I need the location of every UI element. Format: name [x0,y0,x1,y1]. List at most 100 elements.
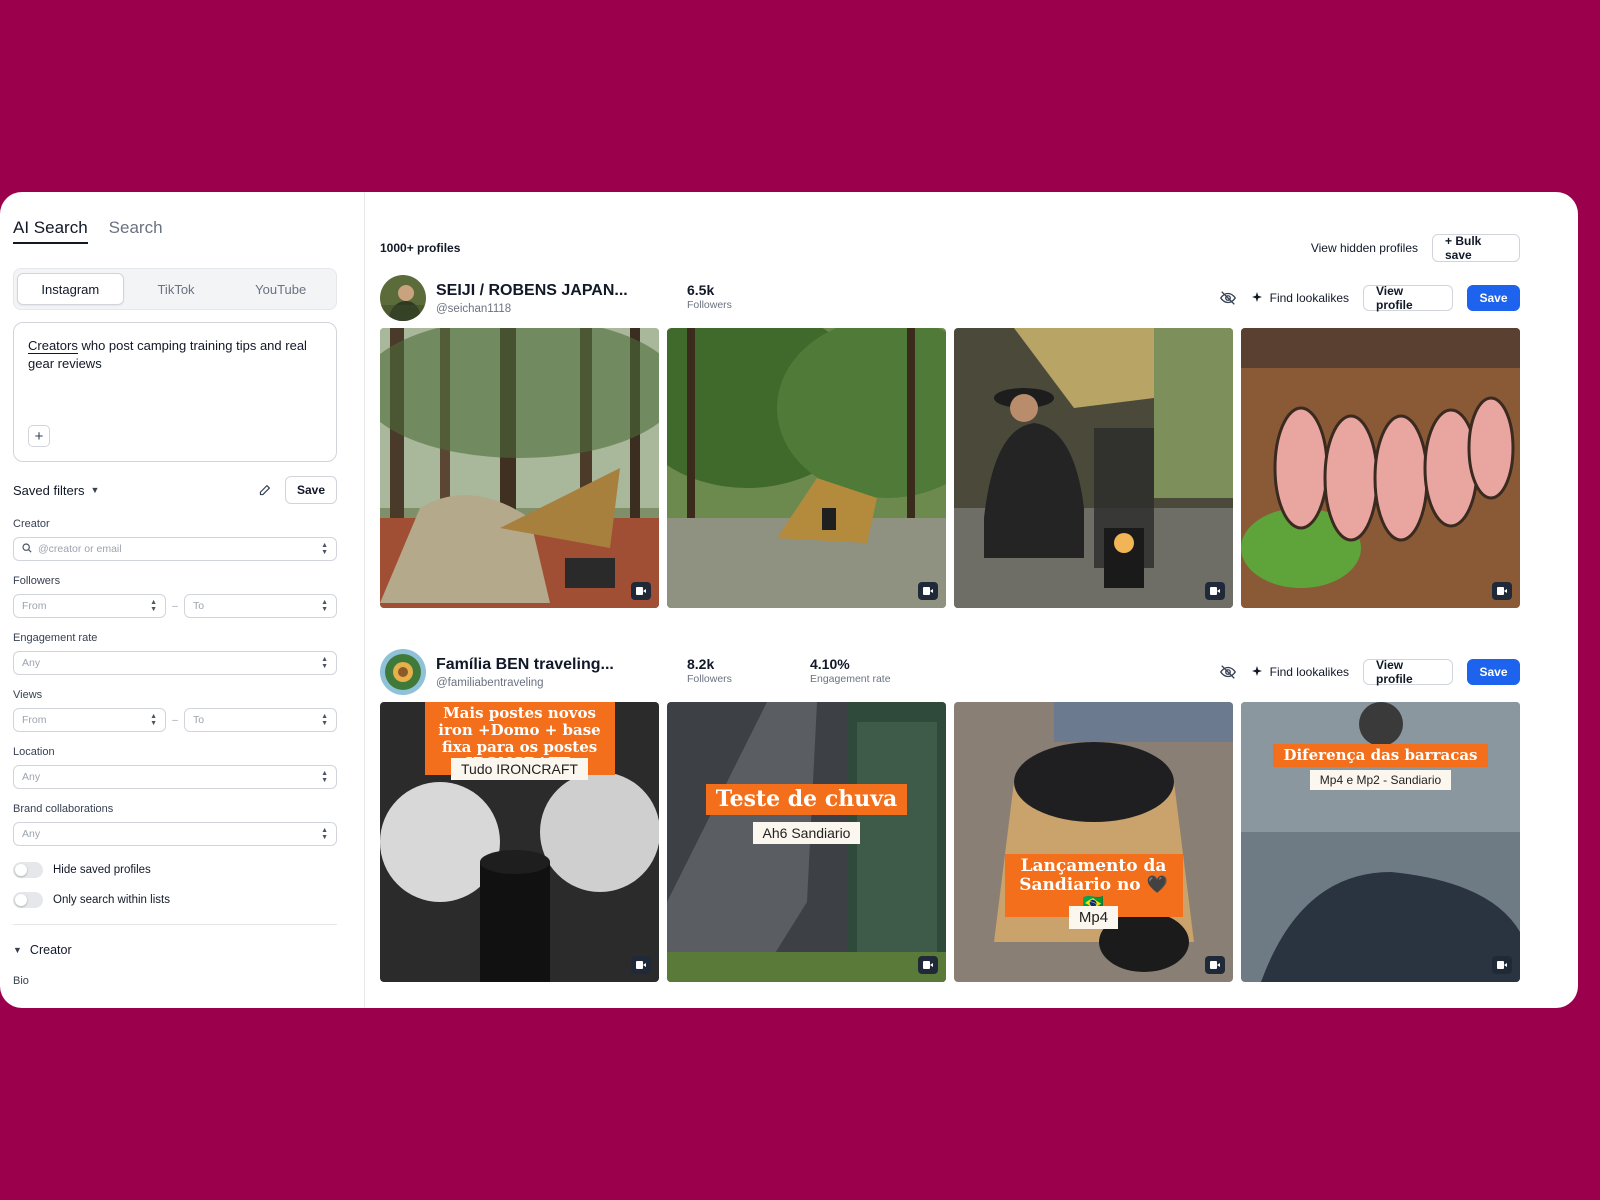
select-arrows-icon: ▲ ▼ [150,599,157,613]
filter-sidebar: AI Search Search Instagram TikTok YouTub… [0,192,365,1008]
views-to-select[interactable]: To ▲ ▼ [184,708,337,732]
prompt-add-button[interactable]: + [28,425,50,447]
hide-saved-toggle[interactable] [13,862,43,878]
select-arrows-icon: ▲ ▼ [321,827,328,841]
sidebar-divider [13,924,337,925]
video-icon [1492,956,1512,974]
views-range: From ▲ ▼ – To ▲ ▼ [13,708,337,732]
tab-search[interactable]: Search [109,218,163,244]
video-icon [918,956,938,974]
post-thumbnail[interactable] [380,328,659,608]
hide-profile-icon[interactable] [1218,288,1238,308]
location-filter-label: Location [13,746,55,758]
post-caption-overlay: Teste de chuva [667,784,946,815]
saved-filters-label: Saved filters [13,482,85,498]
video-icon [631,956,651,974]
select-arrows-icon: ▲ ▼ [321,542,328,556]
ai-prompt-input[interactable]: Creators who post camping training tips … [13,322,337,462]
profile-handle: @familiabentraveling [436,676,544,689]
platform-tab-instagram[interactable]: Instagram [17,273,124,305]
select-arrows-icon: ▲ ▼ [321,656,328,670]
ai-prompt-text: Creators who post camping training tips … [28,337,322,373]
post-thumbnail[interactable] [954,328,1233,608]
select-arrows-icon: ▲ ▼ [150,713,157,727]
location-select[interactable]: Any ▲ ▼ [13,765,337,789]
platform-tab-tiktok[interactable]: TikTok [124,273,229,305]
view-profile-button[interactable]: View profile [1363,658,1453,686]
platform-tab-youtube[interactable]: YouTube [228,273,333,305]
bulk-save-button[interactable]: + Bulk save [1432,234,1520,262]
brand-value: Any [22,828,41,840]
post-thumbnail[interactable] [1241,328,1520,608]
post-thumbnail[interactable]: Mais postes novos iron +Domo + base fixa… [380,702,659,982]
post-caption-overlay: Diferença das barracas [1241,744,1520,767]
profile-name[interactable]: Família BEN traveling... [436,656,676,674]
post-thumbnail[interactable]: Teste de chuva Ah6 Sandiario [667,702,946,982]
post-thumbnail[interactable]: Diferença das barracas Mp4 e Mp2 - Sandi… [1241,702,1520,982]
creator-section-label: Creator [29,943,72,957]
post-caption-orange: Diferença das barracas [1273,744,1488,767]
view-hidden-profiles-link[interactable]: View hidden profiles [1311,241,1418,255]
creator-search-input[interactable]: @creator or email ▲ ▼ [13,537,337,561]
followers-from-select[interactable]: From ▲ ▼ [13,594,166,618]
creator-filter-label: Creator [13,518,50,530]
chevron-down-icon: ▼ [90,485,100,495]
sparkle-icon [1251,291,1262,305]
find-lookalikes-label: Find lookalikes [1269,291,1349,305]
engagement-select[interactable]: Any ▲ ▼ [13,651,337,675]
engagement-label: Engagement rate [810,673,891,685]
hide-profile-icon[interactable] [1218,662,1238,682]
engagement-value: Any [22,657,41,669]
chevron-down-icon: ▼ [13,945,22,955]
select-arrows-icon: ▲ ▼ [321,713,328,727]
profile-card: SEIJI / ROBENS JAPAN... @seichan1118 6.5… [380,274,1520,608]
engagement-filter-label: Engagement rate [13,632,98,644]
creator-search-placeholder: @creator or email [38,543,122,555]
sparkle-icon [1251,665,1262,679]
video-icon [631,582,651,600]
creator-section-toggle[interactable]: ▼ Creator [13,943,337,957]
profile-identity: Família BEN traveling... @familiabentrav… [436,656,676,689]
profile-name[interactable]: SEIJI / ROBENS JAPAN... [436,282,676,300]
search-icon [22,542,32,556]
platform-switcher: Instagram TikTok YouTube [13,268,337,310]
results-toolbar: 1000+ profiles View hidden profiles + Bu… [380,234,1520,262]
post-thumbnail[interactable] [667,328,946,608]
save-filters-button[interactable]: Save [285,476,337,504]
views-from-text: From [22,714,47,726]
post-thumbnail[interactable]: Lançamento da Sandiario no 🖤🇧🇷 Mp4 [954,702,1233,982]
profile-actions: Find lookalikes View profile Save [1218,284,1520,312]
views-from-select[interactable]: From ▲ ▼ [13,708,166,732]
video-icon [1492,582,1512,600]
range-dash: – [172,600,178,612]
location-value: Any [22,771,41,783]
save-profile-button[interactable]: Save [1467,659,1520,685]
view-profile-button[interactable]: View profile [1363,284,1453,312]
profile-identity: SEIJI / ROBENS JAPAN... @seichan1118 [436,282,676,315]
search-lists-toggle[interactable] [13,892,43,908]
post-caption-white: Mp4 [1068,906,1119,929]
select-arrows-icon: ▲ ▼ [321,770,328,784]
post-caption-white: Tudo IRONCRAFT [451,758,588,780]
brand-select[interactable]: Any ▲ ▼ [13,822,337,846]
post-caption-white: Ah6 Sandiario [752,822,861,844]
find-lookalikes-button[interactable]: Find lookalikes [1251,665,1349,679]
post-caption-orange: Teste de chuva [705,784,908,815]
followers-to-select[interactable]: To ▲ ▼ [184,594,337,618]
avatar[interactable] [380,275,426,321]
tab-ai-search[interactable]: AI Search [13,218,88,244]
find-lookalikes-button[interactable]: Find lookalikes [1251,291,1349,305]
followers-filter-label: Followers [13,575,61,587]
save-profile-button[interactable]: Save [1467,285,1520,311]
results-area: 1000+ profiles View hidden profiles + Bu… [365,192,1578,1008]
profile-handle: @seichan1118 [436,302,512,315]
avatar[interactable] [380,649,426,695]
saved-filters-dropdown[interactable]: Saved filters ▼ [13,483,99,498]
post-caption-white: Mp4 e Mp2 - Sandiario [1309,770,1452,790]
engagement-stat: 4.10% Engagement rate [810,656,891,685]
profile-card: Família BEN traveling... @familiabentrav… [380,648,1520,982]
post-grid [380,328,1520,608]
prompt-underlined-word: Creators [28,338,78,354]
pencil-icon[interactable] [255,481,273,499]
app-window: AI Search Search Instagram TikTok YouTub… [0,192,1578,1008]
